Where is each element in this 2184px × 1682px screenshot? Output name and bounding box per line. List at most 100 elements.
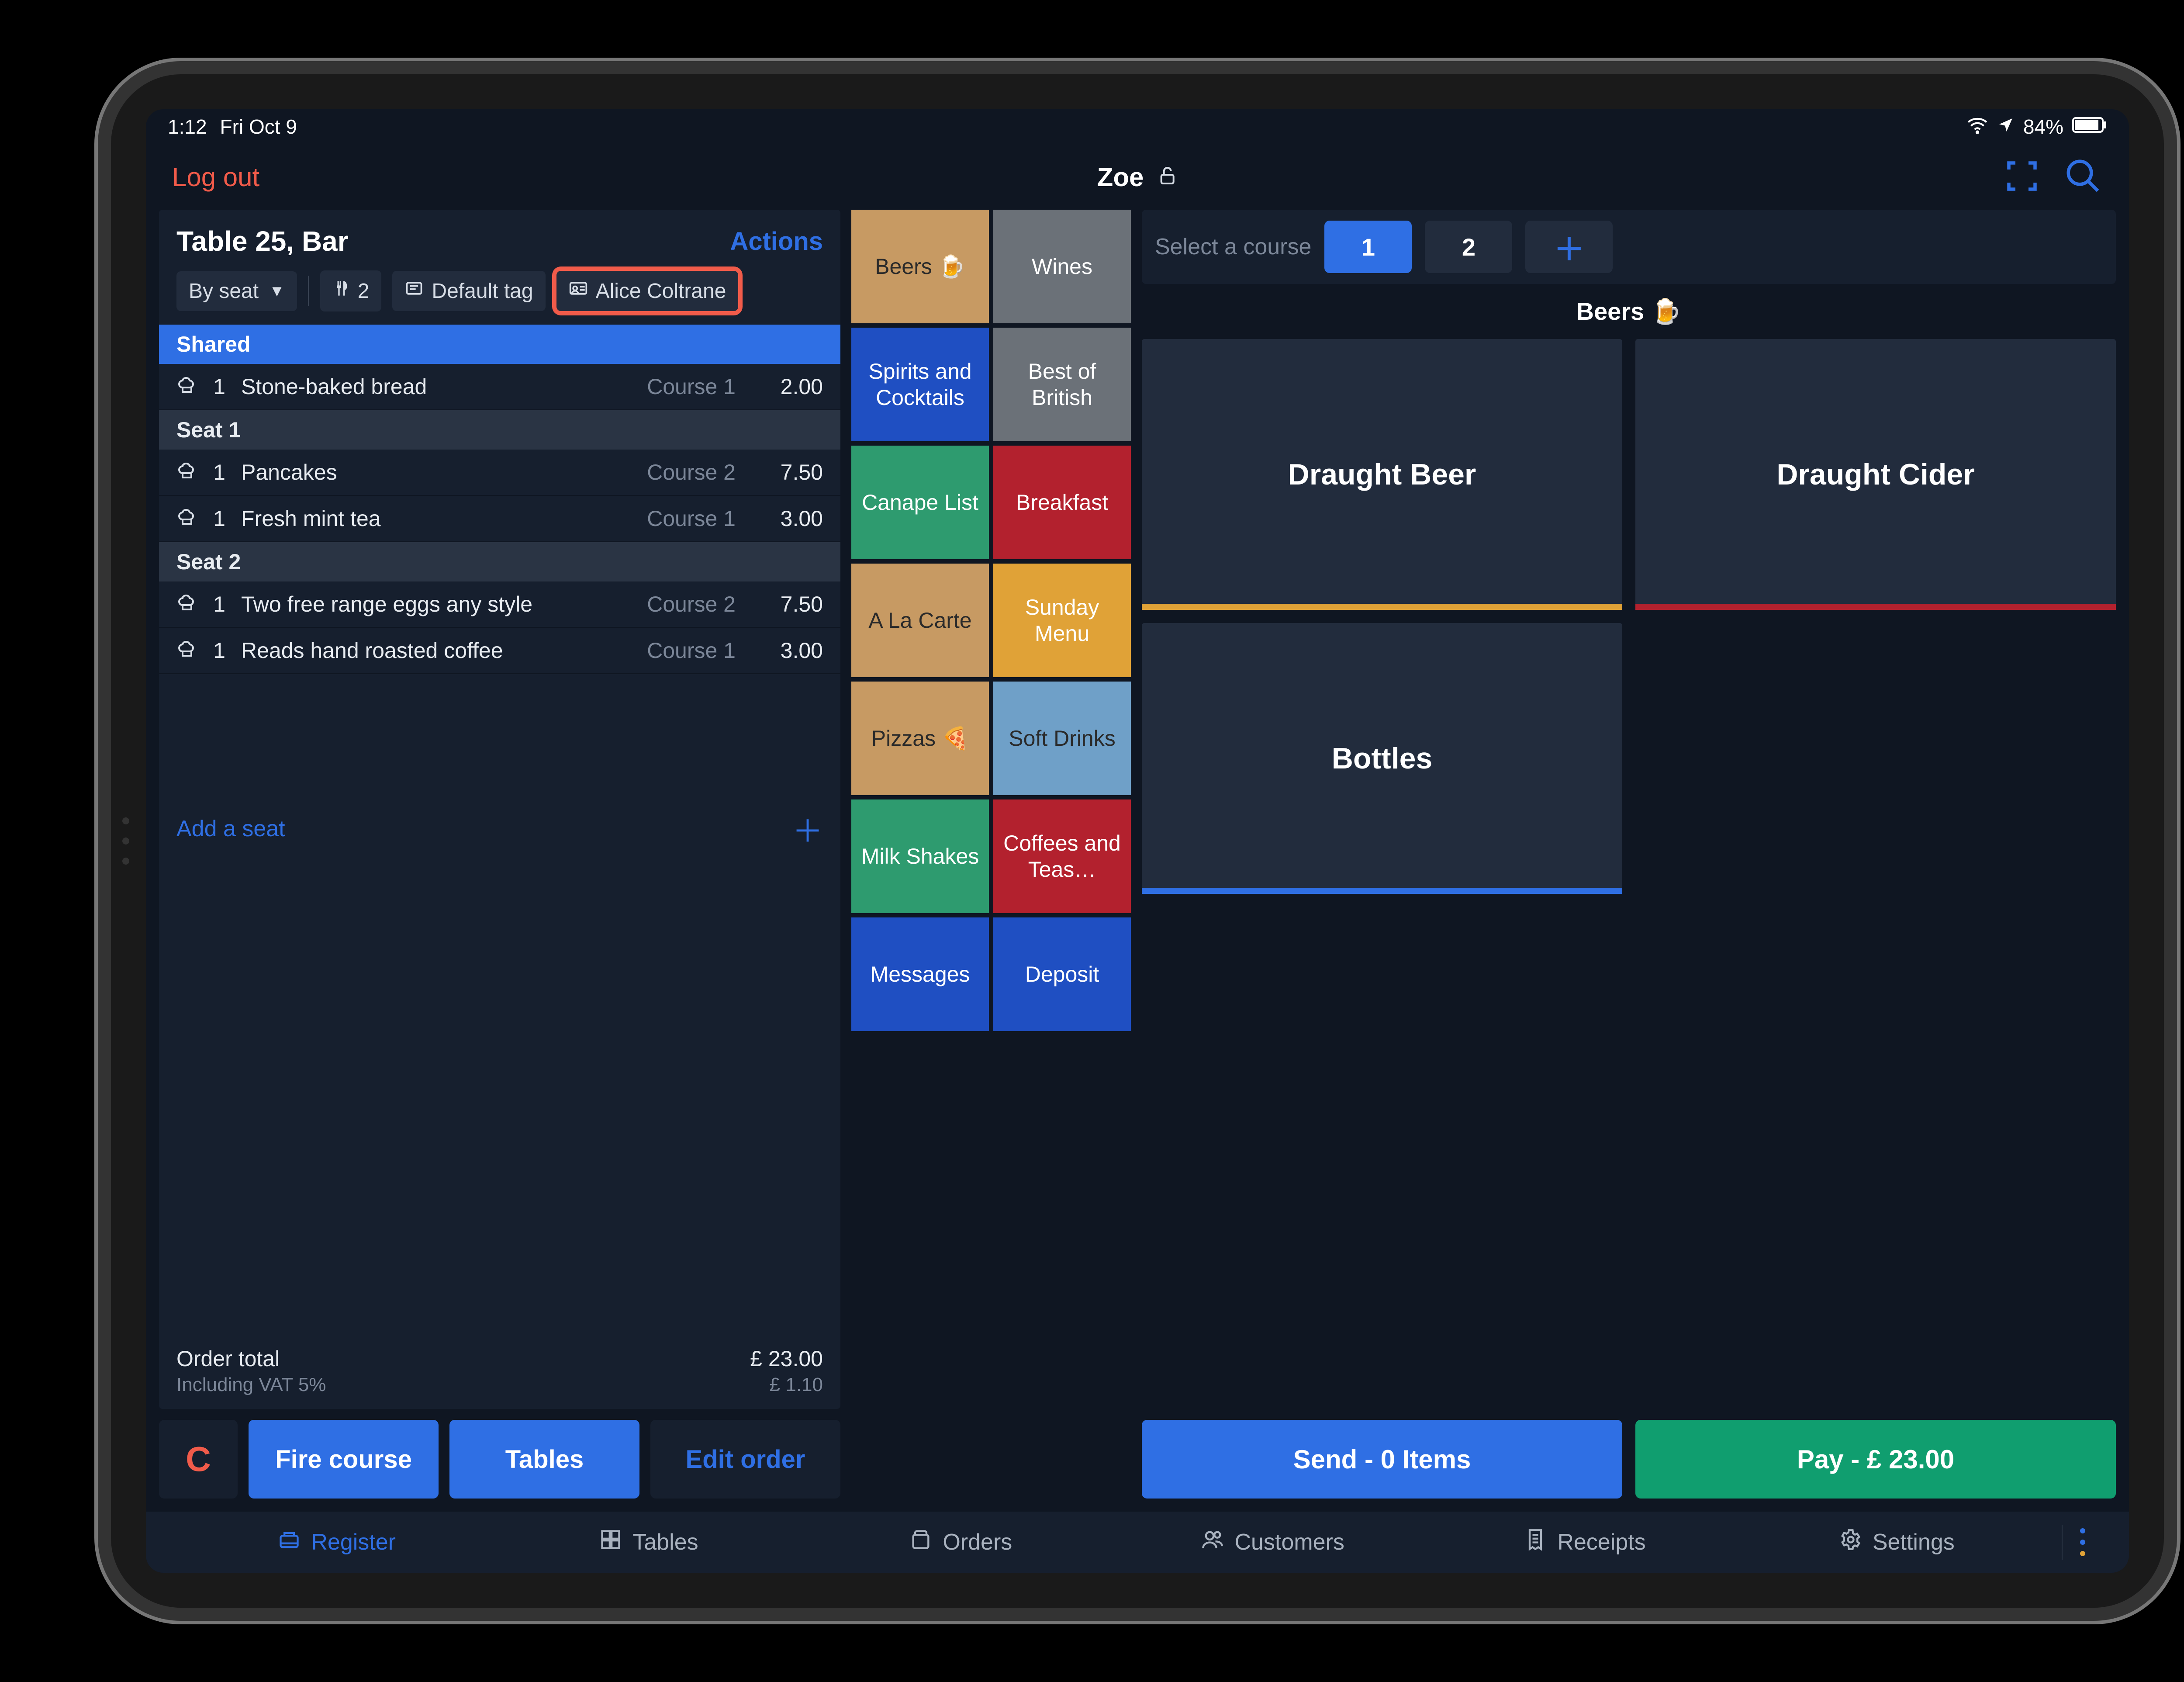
order-list: Shared1Stone-baked breadCourse 12.00Seat… (159, 325, 840, 797)
category-tile[interactable]: Soft Drinks (993, 682, 1131, 795)
subcategory-title: Beers 🍺 (1142, 297, 2116, 326)
category-tile[interactable]: Deposit (993, 917, 1131, 1031)
order-panel: Table 25, Bar Actions By seat ▼ (159, 210, 840, 1499)
line-name: Stone-baked bread (241, 374, 634, 399)
scan-icon[interactable] (2002, 156, 2042, 198)
edit-order-button[interactable]: Edit order (650, 1420, 840, 1499)
category-tile[interactable]: A La Carte (851, 564, 989, 677)
nav-label: Register (311, 1529, 396, 1555)
seat-header[interactable]: Seat 1 (159, 410, 840, 450)
add-seat-button[interactable]: Add a seat ＋ (159, 797, 840, 861)
fire-course-button[interactable]: Fire course (249, 1420, 439, 1499)
status-time: 1:12 (168, 115, 207, 138)
nav-orders[interactable]: Orders (814, 1528, 1108, 1557)
category-tile[interactable]: Breakfast (993, 446, 1131, 559)
line-price: 7.50 (749, 592, 823, 617)
status-date: Fri Oct 9 (220, 115, 297, 138)
tables-button[interactable]: Tables (449, 1420, 639, 1499)
covers-count: 2 (358, 279, 370, 303)
battery-icon (2072, 115, 2107, 138)
nav-label: Receipts (1557, 1529, 1645, 1555)
order-line[interactable]: 1PancakesCourse 27.50 (159, 450, 840, 496)
category-tile[interactable]: Milk Shakes (851, 799, 989, 913)
logout-button[interactable]: Log out (172, 162, 259, 192)
seat-header[interactable]: Shared (159, 325, 840, 364)
line-name: Reads hand roasted coffee (241, 638, 634, 663)
category-tile[interactable]: Best of British (993, 328, 1131, 441)
subcategory-tile[interactable]: Draught Cider (1635, 339, 2116, 610)
add-seat-label: Add a seat (176, 816, 285, 842)
course-label: Select a course (1155, 234, 1311, 260)
subcategory-tile[interactable]: Draught Beer (1142, 339, 1622, 610)
covers-chip[interactable]: 2 (320, 270, 382, 311)
line-qty: 1 (211, 638, 228, 663)
add-course-button[interactable]: ＋ (1525, 221, 1613, 273)
chevron-down-icon: ▼ (269, 282, 285, 300)
line-name: Fresh mint tea (241, 506, 634, 531)
order-line[interactable]: 1Reads hand roasted coffeeCourse 13.00 (159, 628, 840, 674)
nav-label: Orders (943, 1529, 1012, 1555)
order-totals: Order total £ 23.00 Including VAT 5% £ 1… (159, 1333, 840, 1409)
order-line[interactable]: 1Fresh mint teaCourse 13.00 (159, 496, 840, 542)
category-tile[interactable]: Coffees and Teas… (993, 799, 1131, 913)
nav-settings[interactable]: Settings (1750, 1528, 2044, 1557)
category-tile[interactable]: Messages (851, 917, 989, 1031)
actions-button[interactable]: Actions (730, 227, 823, 256)
nav-more-dots[interactable] (2062, 1525, 2085, 1560)
chef-hat-icon (176, 637, 197, 664)
receipts-icon (1524, 1528, 1547, 1557)
category-tile[interactable]: Canape List (851, 446, 989, 559)
order-line[interactable]: 1Stone-baked breadCourse 12.00 (159, 364, 840, 410)
subcategory-label: Draught Cider (1776, 457, 1974, 491)
course-selector: Select a course 1 2 ＋ (1142, 210, 2116, 284)
nav-customers[interactable]: Customers (1126, 1528, 1420, 1557)
category-tile[interactable]: Spirits and Cocktails (851, 328, 989, 441)
app-bar: Log out Zoe (146, 144, 2129, 210)
category-grid: Beers 🍺WinesSpirits and CocktailsBest of… (851, 210, 1131, 1499)
chef-hat-icon (176, 374, 197, 400)
vat-label: Including VAT 5% (176, 1374, 326, 1396)
chef-hat-icon (176, 591, 197, 617)
line-qty: 1 (211, 460, 228, 485)
line-course: Course 2 (647, 592, 736, 617)
chef-hat-icon (176, 459, 197, 485)
line-name: Two free range eggs any style (241, 592, 634, 617)
nav-register[interactable]: Register (190, 1528, 484, 1557)
tag-icon (404, 279, 424, 303)
chef-hat-icon (176, 505, 197, 532)
product-panel: Select a course 1 2 ＋ Beers 🍺 Draught Be… (1142, 210, 2116, 1499)
current-user-label: Zoe (1097, 162, 1144, 192)
battery-percent: 84% (2023, 115, 2063, 138)
subcategory-grid: Draught Beer Draught Cider Bottles (1142, 339, 2116, 894)
category-tile[interactable]: Wines (993, 210, 1131, 323)
course-1-button[interactable]: 1 (1324, 221, 1412, 273)
send-button[interactable]: Send - 0 Items (1142, 1420, 1622, 1499)
bottom-nav: Register Tables Orders Customers Receipts Set… (146, 1512, 2129, 1573)
cancel-button[interactable]: C (159, 1420, 238, 1499)
category-tile[interactable]: Sunday Menu (993, 564, 1131, 677)
search-icon[interactable] (2063, 156, 2103, 198)
category-tile[interactable]: Pizzas 🍕 (851, 682, 989, 795)
tag-chip[interactable]: Default tag (392, 271, 545, 311)
course-2-button[interactable]: 2 (1425, 221, 1512, 273)
line-price: 7.50 (749, 460, 823, 485)
nav-tables[interactable]: Tables (501, 1528, 796, 1557)
category-tile[interactable]: Beers 🍺 (851, 210, 989, 323)
line-course: Course 1 (647, 638, 736, 663)
total-label: Order total (176, 1346, 280, 1371)
nav-label: Customers (1234, 1529, 1344, 1555)
by-seat-selector[interactable]: By seat ▼ (176, 271, 297, 311)
order-line[interactable]: 1 Two free range eggs any style Course 2 7.… (159, 581, 840, 628)
customer-chip[interactable]: Alice Coltrane (556, 271, 739, 311)
line-qty: 1 (211, 592, 228, 617)
device-camera-dots (122, 817, 129, 865)
pay-button[interactable]: Pay - £ 23.00 (1635, 1420, 2116, 1499)
subcategory-tile[interactable]: Bottles (1142, 623, 1622, 894)
divider (308, 276, 309, 306)
seat-header[interactable]: Seat 2 (159, 542, 840, 581)
line-price: 3.00 (749, 506, 823, 531)
nav-receipts[interactable]: Receipts (1438, 1528, 1732, 1557)
line-course: Course 2 (647, 460, 736, 485)
lock-icon[interactable] (1157, 162, 1178, 192)
total-amount: £ 23.00 (750, 1346, 823, 1371)
